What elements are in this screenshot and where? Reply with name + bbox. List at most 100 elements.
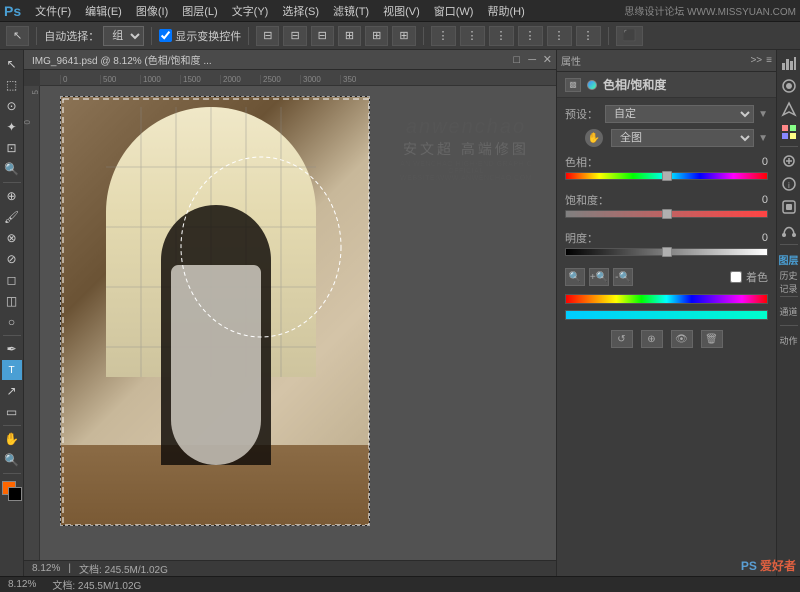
hue-slider-track[interactable] <box>565 172 768 182</box>
ruler-mark-500: 500 <box>100 75 140 84</box>
clip-btn[interactable]: ⊕ <box>641 330 663 348</box>
quick-select-tool[interactable]: ✦ <box>2 117 22 137</box>
tab-close-btn[interactable]: ✕ <box>543 53 552 66</box>
pen-tool[interactable]: ✒ <box>2 339 22 359</box>
gradient-tool[interactable]: ◫ <box>2 291 22 311</box>
menu-view[interactable]: 视图(V) <box>377 2 426 20</box>
paths-icon-btn[interactable] <box>778 219 800 241</box>
dodge-tool[interactable]: ○ <box>2 312 22 332</box>
layers-icon-btn[interactable]: 图层 <box>778 248 800 270</box>
ruler-mark-2000: 2000 <box>220 75 260 84</box>
menu-layer[interactable]: 图层(L) <box>176 2 223 20</box>
crop-tool[interactable]: ⊡ <box>2 138 22 158</box>
background-color[interactable] <box>8 487 22 501</box>
actions-label: 动作 <box>779 334 797 347</box>
show-transform-label[interactable]: 显示变换控件 <box>159 28 241 44</box>
channels-icon-btn[interactable]: 通道 <box>778 300 800 322</box>
icon-sep-4 <box>780 325 798 326</box>
adjustments-icon-btn[interactable] <box>778 150 800 172</box>
view-btn[interactable]: 👁 <box>671 330 693 348</box>
path-select-tool[interactable]: ↗ <box>2 381 22 401</box>
properties-menu-btn[interactable]: ≡ <box>766 55 772 66</box>
menu-file[interactable]: 文件(F) <box>29 2 77 20</box>
zoom-tool[interactable]: 🔍 <box>2 450 22 470</box>
menu-edit[interactable]: 编辑(E) <box>79 2 128 20</box>
distribute-btn1[interactable]: ⋮ <box>431 26 456 46</box>
history-label: 历史记录 <box>778 269 800 295</box>
lasso-tool[interactable]: ⊙ <box>2 96 22 116</box>
colorize-checkbox[interactable] <box>730 271 742 283</box>
icon-sep-2 <box>780 244 798 245</box>
hue-value: 0 <box>748 156 768 168</box>
channel-hand-icon[interactable]: ✋ <box>585 129 603 147</box>
arrange-btn[interactable]: ⬛ <box>616 26 644 46</box>
text-tool[interactable]: T <box>2 360 22 380</box>
channel-dropdown[interactable]: 全图 <box>611 129 754 147</box>
spot-heal-tool[interactable]: ⊕ <box>2 186 22 206</box>
selection-tool[interactable]: ⬚ <box>2 75 22 95</box>
show-transform-checkbox[interactable] <box>159 29 172 42</box>
ruler-marks-top: 0 500 1000 1500 2000 2500 3000 350 <box>60 75 380 84</box>
align-left-btn[interactable]: ⊟ <box>256 26 279 46</box>
shape-tool[interactable]: ▭ <box>2 402 22 422</box>
color-icon-btn[interactable] <box>778 75 800 97</box>
eyedropper-sub-btn[interactable]: -🔍 <box>613 268 633 286</box>
distribute-btn4[interactable]: ⋮ <box>518 26 543 46</box>
histogram-icon-btn[interactable] <box>778 52 800 74</box>
menu-select[interactable]: 选择(S) <box>276 2 325 20</box>
preset-dropdown[interactable]: 自定 <box>605 105 754 123</box>
actions-icon-btn[interactable]: 动作 <box>778 329 800 351</box>
light-slider-thumb[interactable] <box>662 247 672 257</box>
move-tool-btn[interactable]: ↖ <box>6 26 29 46</box>
eyedropper-row: 🔍 +🔍 -🔍 着色 <box>557 264 776 290</box>
canvas-inner[interactable]: anwenchao 安文超 高端修图 AN WENCHAO HIGH-END G… <box>40 86 556 560</box>
move-tool[interactable]: ↖ <box>2 54 22 74</box>
tools-panel: ↖ ⬚ ⊙ ✦ ⊡ 🔍 ⊕ 🖌 ⊗ ⊘ ◻ ◫ ○ ✒ T ↗ ▭ ✋ 🔍 <box>0 50 24 576</box>
align-middle-btn[interactable]: ⊞ <box>365 26 388 46</box>
distribute-btn3[interactable]: ⋮ <box>489 26 514 46</box>
menu-items: 文件(F) 编辑(E) 图像(I) 图层(L) 文字(Y) 选择(S) 滤镜(T… <box>29 2 531 20</box>
saturation-label: 饱和度： <box>565 192 609 208</box>
align-bottom-btn[interactable]: ⊞ <box>392 26 415 46</box>
menu-help[interactable]: 帮助(H) <box>481 2 530 20</box>
brush-tool[interactable]: 🖌 <box>2 207 22 227</box>
distribute-btn5[interactable]: ⋮ <box>547 26 572 46</box>
history-brush-tool[interactable]: ⊘ <box>2 249 22 269</box>
properties-panel-title: 属性 <box>561 53 581 68</box>
hue-slider-thumb[interactable] <box>662 171 672 181</box>
eyedropper-btn[interactable]: 🔍 <box>565 268 585 286</box>
menu-image[interactable]: 图像(I) <box>130 2 174 20</box>
tool-sep-4 <box>3 473 21 474</box>
brand-name-en: anwenchao <box>386 116 546 139</box>
status-bar: 8.12% 文档: 245.5M/1.02G <box>0 576 800 592</box>
align-center-btn[interactable]: ⊟ <box>283 26 306 46</box>
delete-btn[interactable]: 🗑 <box>701 330 723 348</box>
align-top-btn[interactable]: ⊞ <box>338 26 361 46</box>
info-icon-btn[interactable]: i <box>778 173 800 195</box>
menu-text[interactable]: 文字(Y) <box>226 2 275 20</box>
eraser-tool[interactable]: ◻ <box>2 270 22 290</box>
properties-expand-btn[interactable]: >> <box>750 55 762 66</box>
layers-label: 图层 <box>779 252 799 267</box>
auto-select-dropdown[interactable]: 组 <box>103 26 144 46</box>
eyedropper-add-btn[interactable]: +🔍 <box>589 268 609 286</box>
history-icon-btn[interactable]: 历史记录 <box>778 271 800 293</box>
menu-filter[interactable]: 滤镜(T) <box>327 2 375 20</box>
sat-slider-track[interactable] <box>565 210 768 220</box>
hand-tool[interactable]: ✋ <box>2 429 22 449</box>
eyedropper-tool[interactable]: 🔍 <box>2 159 22 179</box>
menu-window[interactable]: 窗口(W) <box>428 2 480 20</box>
distribute-btn2[interactable]: ⋮ <box>460 26 485 46</box>
clone-tool[interactable]: ⊗ <box>2 228 22 248</box>
sat-slider-thumb[interactable] <box>662 209 672 219</box>
light-slider-track[interactable] <box>565 248 768 258</box>
styles-icon-btn[interactable] <box>778 196 800 218</box>
color-swatches[interactable] <box>2 481 22 505</box>
reset-btn[interactable]: ↺ <box>611 330 633 348</box>
tab-minimize-btn[interactable]: ─ <box>528 54 536 66</box>
tab-maximize-btn[interactable]: □ <box>513 54 520 66</box>
navigator-icon-btn[interactable] <box>778 98 800 120</box>
swatches-icon-btn[interactable] <box>778 121 800 143</box>
distribute-btn6[interactable]: ⋮ <box>576 26 601 46</box>
align-right-btn[interactable]: ⊟ <box>311 26 334 46</box>
